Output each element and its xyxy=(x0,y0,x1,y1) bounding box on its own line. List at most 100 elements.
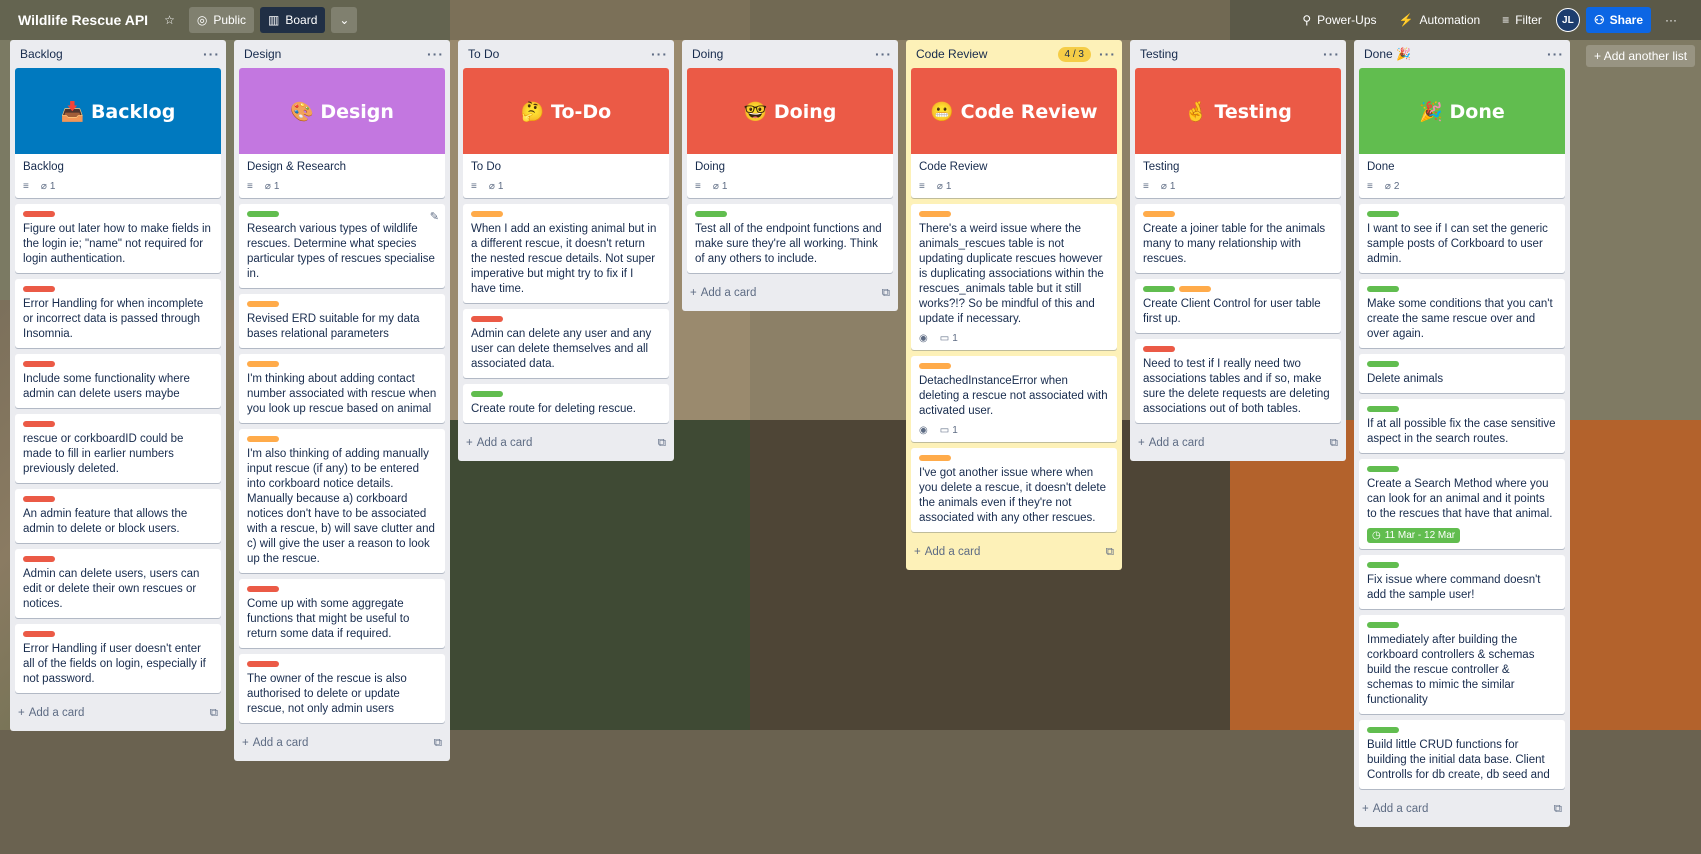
card[interactable]: rescue or corkboardID could be made to f… xyxy=(15,414,221,483)
list-title[interactable]: Done 🎉 xyxy=(1364,47,1547,61)
label-green[interactable] xyxy=(1367,406,1399,412)
card[interactable]: Create a joiner table for the animals ma… xyxy=(1135,204,1341,273)
cover-card[interactable]: 🎨 Design Design & Research ≡ ⌀ 1 xyxy=(239,68,445,198)
card[interactable]: The owner of the rescue is also authoris… xyxy=(239,654,445,723)
create-from-template-icon[interactable]: ⧉ xyxy=(1106,546,1114,559)
list-title[interactable]: To Do xyxy=(468,47,651,61)
add-card-button[interactable]: + Add a card ⧉ xyxy=(682,279,898,307)
create-from-template-icon[interactable]: ⧉ xyxy=(210,707,218,720)
card[interactable]: Research various types of wildlife rescu… xyxy=(239,204,445,288)
list-menu-icon[interactable]: ··· xyxy=(1323,46,1340,62)
card[interactable]: Error Handling if user doesn't enter all… xyxy=(15,624,221,693)
cover-card[interactable]: 😬 Code Review Code Review ≡ ⌀ 1 xyxy=(911,68,1117,198)
card[interactable]: Build little CRUD functions for building… xyxy=(1359,720,1565,789)
list-menu-icon[interactable]: ··· xyxy=(1547,46,1564,62)
label-red[interactable] xyxy=(1143,346,1175,352)
share-button[interactable]: ⚇ Share xyxy=(1585,7,1651,33)
label-green[interactable] xyxy=(247,211,279,217)
more-menu-icon[interactable]: ··· xyxy=(1657,7,1685,33)
label-orange[interactable] xyxy=(1179,286,1211,292)
label-green[interactable] xyxy=(1367,622,1399,628)
label-orange[interactable] xyxy=(247,361,279,367)
list-menu-icon[interactable]: ··· xyxy=(875,46,892,62)
edit-pencil-icon[interactable]: ✎ xyxy=(430,210,439,223)
label-green[interactable] xyxy=(1367,727,1399,733)
filter-button[interactable]: ≡ Filter xyxy=(1494,7,1550,33)
label-orange[interactable] xyxy=(919,211,951,217)
add-card-button[interactable]: + Add a card ⧉ xyxy=(10,699,226,727)
label-red[interactable] xyxy=(23,286,55,292)
label-green[interactable] xyxy=(1367,211,1399,217)
label-green[interactable] xyxy=(695,211,727,217)
card[interactable]: Need to test if I really need two associ… xyxy=(1135,339,1341,423)
card[interactable]: Error Handling for when incomplete or in… xyxy=(15,279,221,348)
label-red[interactable] xyxy=(23,361,55,367)
create-from-template-icon[interactable]: ⧉ xyxy=(1330,437,1338,450)
list-title[interactable]: Code Review xyxy=(916,47,1058,61)
card[interactable]: Figure out later how to make fields in t… xyxy=(15,204,221,273)
card[interactable]: If at all possible fix the case sensitiv… xyxy=(1359,399,1565,453)
list-title[interactable]: Backlog xyxy=(20,47,203,61)
label-green[interactable] xyxy=(1367,361,1399,367)
label-green[interactable] xyxy=(1367,466,1399,472)
cover-card[interactable]: 📥 Backlog Backlog ≡ ⌀ 1 xyxy=(15,68,221,198)
list-title[interactable]: Doing xyxy=(692,47,875,61)
card[interactable]: Admin can delete users, users can edit o… xyxy=(15,549,221,618)
card[interactable]: I'm also thinking of adding manually inp… xyxy=(239,429,445,573)
label-red[interactable] xyxy=(471,316,503,322)
add-card-button[interactable]: + Add a card ⧉ xyxy=(458,429,674,457)
label-red[interactable] xyxy=(23,631,55,637)
card[interactable]: DetachedInstanceError when deleting a re… xyxy=(911,356,1117,442)
view-switcher-chevron-icon[interactable]: ⌄ xyxy=(331,7,358,33)
card[interactable]: I want to see if I can set the generic s… xyxy=(1359,204,1565,273)
board-view-button[interactable]: ▥ Board xyxy=(260,7,326,33)
label-red[interactable] xyxy=(23,496,55,502)
card[interactable]: Make some conditions that you can't crea… xyxy=(1359,279,1565,348)
automation-button[interactable]: ⚡ Automation xyxy=(1391,7,1489,33)
card[interactable]: Immediately after building the corkboard… xyxy=(1359,615,1565,714)
create-from-template-icon[interactable]: ⧉ xyxy=(658,437,666,450)
label-orange[interactable] xyxy=(471,211,503,217)
card[interactable]: Revised ERD suitable for my data bases r… xyxy=(239,294,445,348)
label-green[interactable] xyxy=(1143,286,1175,292)
card[interactable]: Test all of the endpoint functions and m… xyxy=(687,204,893,273)
label-orange[interactable] xyxy=(247,301,279,307)
card[interactable]: I've got another issue where when you de… xyxy=(911,448,1117,532)
card[interactable]: I'm thinking about adding contact number… xyxy=(239,354,445,423)
card[interactable]: Come up with some aggregate functions th… xyxy=(239,579,445,648)
add-card-button[interactable]: + Add a card ⧉ xyxy=(906,538,1122,566)
add-card-button[interactable]: + Add a card ⧉ xyxy=(1354,795,1570,823)
card[interactable]: Delete animals xyxy=(1359,354,1565,393)
add-card-button[interactable]: + Add a card ⧉ xyxy=(234,729,450,757)
list-menu-icon[interactable]: ··· xyxy=(1099,46,1116,62)
label-green[interactable] xyxy=(1367,286,1399,292)
card[interactable]: An admin feature that allows the admin t… xyxy=(15,489,221,543)
list-menu-icon[interactable]: ··· xyxy=(651,46,668,62)
star-icon[interactable]: ☆ xyxy=(156,7,183,33)
add-card-button[interactable]: + Add a card ⧉ xyxy=(1130,429,1346,457)
board-title[interactable]: Wildlife Rescue API xyxy=(10,12,156,28)
label-orange[interactable] xyxy=(919,363,951,369)
label-green[interactable] xyxy=(1367,562,1399,568)
cover-card[interactable]: 🤔 To-Do To Do ≡ ⌀ 1 xyxy=(463,68,669,198)
card[interactable]: Fix issue where command doesn't add the … xyxy=(1359,555,1565,609)
list-menu-icon[interactable]: ··· xyxy=(203,46,220,62)
cover-card[interactable]: 🤞 Testing Testing ≡ ⌀ 1 xyxy=(1135,68,1341,198)
list-title[interactable]: Design xyxy=(244,47,427,61)
card[interactable]: When I add an existing animal but in a d… xyxy=(463,204,669,303)
cover-card[interactable]: 🤓 Doing Doing ≡ ⌀ 1 xyxy=(687,68,893,198)
avatar[interactable]: JL xyxy=(1555,8,1580,32)
create-from-template-icon[interactable]: ⧉ xyxy=(882,287,890,300)
due-date-badge[interactable]: ◷ 11 Mar - 12 Mar xyxy=(1367,528,1461,543)
label-red[interactable] xyxy=(247,586,279,592)
add-another-list-button[interactable]: + Add another list xyxy=(1586,45,1696,67)
card[interactable]: Create route for deleting rescue. xyxy=(463,384,669,423)
card[interactable]: Admin can delete any user and any user c… xyxy=(463,309,669,378)
label-green[interactable] xyxy=(471,391,503,397)
card[interactable]: Create a Search Method where you can loo… xyxy=(1359,459,1565,549)
label-red[interactable] xyxy=(23,211,55,217)
cover-card[interactable]: 🎉 Done Done ≡ ⌀ 2 xyxy=(1359,68,1565,198)
label-red[interactable] xyxy=(23,421,55,427)
list-menu-icon[interactable]: ··· xyxy=(427,46,444,62)
power-ups-button[interactable]: ⚲ Power-Ups xyxy=(1294,7,1384,33)
